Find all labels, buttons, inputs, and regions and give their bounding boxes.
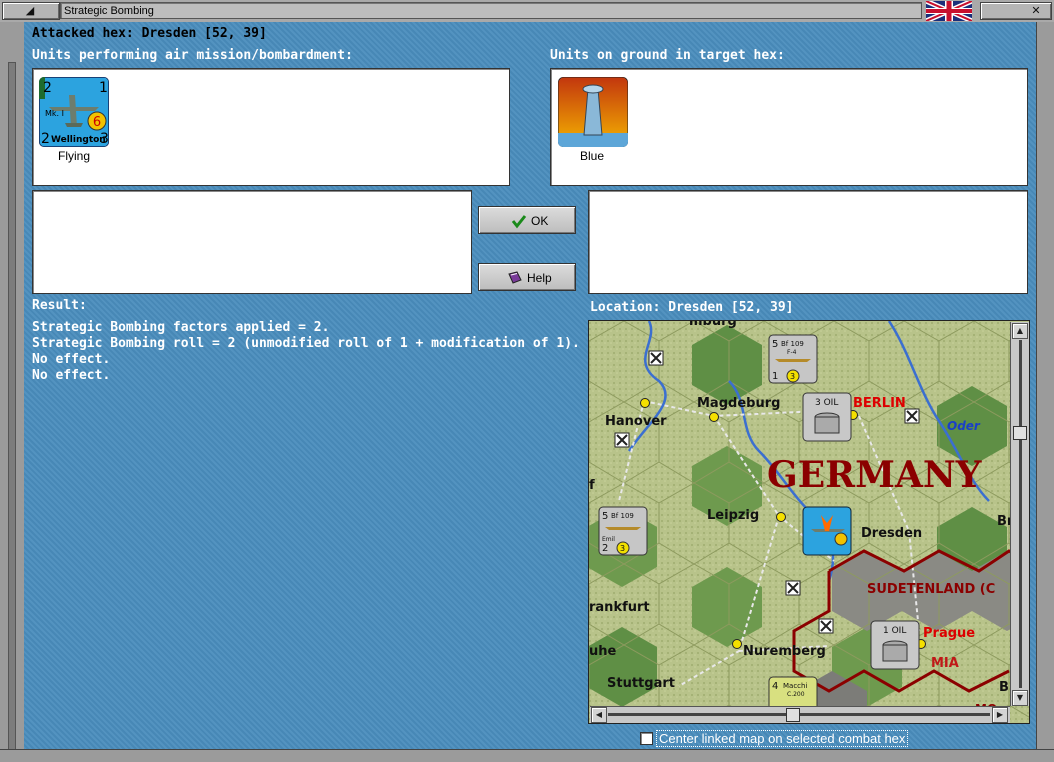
result-text: Strategic Bombing factors applied = 2. S…	[32, 320, 580, 384]
uk-flag-icon	[926, 1, 972, 21]
map-country-label: GERMANY	[767, 454, 983, 496]
river-oder: Oder	[947, 419, 981, 433]
map-region-label-2: MIA	[931, 656, 959, 671]
counter-defense: 1	[772, 371, 778, 382]
counter-type: Bf 109	[781, 340, 804, 348]
dialog-panel: Attacked hex: Dresden [52, 39] Units per…	[24, 22, 1036, 749]
oil-label: 1 OIL	[883, 626, 906, 636]
map-vertical-scrollbar[interactable]: ▲ ▼	[1010, 322, 1029, 706]
city-leipzig: Leipzig	[707, 508, 759, 523]
city-hanover: Hanover	[605, 414, 667, 429]
location-label: Location: Dresden [52, 39]	[590, 300, 794, 315]
city-uhe: uhe	[589, 644, 617, 659]
counter-badge: 6	[93, 115, 101, 130]
defender-details-box	[588, 190, 1028, 294]
frame-rail	[8, 62, 16, 762]
counter-type: Bf 109	[611, 512, 634, 520]
air-unit-item[interactable]: 6 2 1 Mk. I 2 Wellington 3 Flying	[33, 69, 133, 179]
checkmark-icon	[511, 215, 527, 229]
window-menu-button[interactable]: ◢	[2, 2, 60, 20]
city-f: f	[589, 478, 595, 493]
ok-label: OK	[531, 214, 549, 228]
linked-map[interactable]: GERMANY SUDETENLAND (C MIA mburg Magdebu…	[588, 320, 1030, 724]
wellington-counter: 6 2 1 Mk. I 2 Wellington 3	[39, 77, 109, 147]
city-berlin: BERLIN	[853, 396, 906, 411]
result-line: Strategic Bombing roll = 2 (unmodified r…	[32, 336, 580, 351]
counter-move: 3	[100, 131, 109, 147]
scroll-up-icon[interactable]: ▲	[1012, 323, 1028, 339]
counter-attack: 5	[772, 339, 778, 350]
counter-move: 3	[620, 544, 625, 553]
air-unit-caption: Flying	[57, 149, 90, 163]
city-dresden: Dresden	[861, 526, 922, 541]
counter-type: Macchi	[783, 682, 807, 690]
counter-attack: 4	[772, 681, 778, 692]
map-counter-wellington[interactable]	[802, 506, 852, 556]
city-stuttgart: Stuttgart	[607, 676, 675, 691]
counter-name: Wellington	[51, 135, 106, 145]
window-title: Strategic Bombing	[60, 2, 922, 19]
scroll-right-icon[interactable]: ▶	[992, 707, 1008, 723]
result-line: No effect.	[32, 352, 111, 367]
oil-marker-prague[interactable]: 1 OIL	[870, 620, 920, 670]
counter-sub: Emil	[602, 536, 615, 543]
help-label: Help	[527, 271, 552, 285]
window-frame-left	[0, 22, 25, 762]
window-menu-icon: ◢	[25, 4, 35, 17]
factory-icon	[558, 77, 628, 147]
map-horizontal-scrollbar[interactable]: ◀ ▶	[590, 706, 1010, 723]
scroll-track	[1019, 340, 1022, 688]
attacked-hex-label: Attacked hex: Dresden [52, 39]	[32, 26, 267, 41]
result-line: No effect.	[32, 368, 111, 383]
counter-sub: C.200	[787, 691, 805, 698]
city-magdeburg: Magdeburg	[697, 396, 780, 411]
scroll-down-icon[interactable]: ▼	[1012, 690, 1028, 706]
air-units-list: 6 2 1 Mk. I 2 Wellington 3 Flying	[32, 68, 510, 186]
help-button[interactable]: Help	[478, 263, 576, 291]
result-label: Result:	[32, 298, 87, 313]
ground-unit-item[interactable]: Blue	[551, 69, 651, 179]
ground-units-list: Blue	[550, 68, 1028, 186]
counter-attack: 2	[43, 80, 52, 96]
close-icon: ✕	[1031, 4, 1041, 17]
map-region-label: SUDETENLAND (C	[867, 582, 995, 597]
close-button[interactable]: ✕	[980, 2, 1052, 20]
ok-button[interactable]: OK	[478, 206, 576, 234]
attacker-details-box	[32, 190, 472, 294]
counter-move: 3	[790, 372, 795, 381]
hex-map: GERMANY SUDETENLAND (C MIA mburg Magdebu…	[589, 321, 1029, 723]
city-b: B	[999, 680, 1009, 695]
counter-defense: 2	[602, 543, 608, 554]
map-counter-bf109-f4[interactable]: 5 Bf 109 F-4 1 3	[768, 334, 818, 384]
ground-unit-caption: Blue	[579, 149, 605, 163]
scroll-left-icon[interactable]: ◀	[591, 707, 607, 723]
window-frame-bottom	[0, 749, 1054, 762]
result-line: Strategic Bombing factors applied = 2.	[32, 320, 330, 335]
city-hamburg: mburg	[689, 321, 737, 329]
air-units-label: Units performing air mission/bombardment…	[32, 48, 353, 63]
counter-defense: 1	[99, 80, 108, 96]
scroll-thumb[interactable]	[1013, 426, 1027, 440]
window-frame-right	[1036, 22, 1054, 761]
map-counter-bf109-emil[interactable]: 5 Bf 109 Emil 2 3	[598, 506, 648, 556]
city-prague: Prague	[923, 626, 975, 641]
center-map-checkbox[interactable]	[640, 732, 653, 745]
counter-attack: 5	[602, 511, 608, 522]
oil-marker-berlin[interactable]: 3 OIL	[802, 392, 852, 442]
oil-label: 3 OIL	[815, 398, 838, 408]
help-book-icon	[508, 271, 522, 284]
city-frankfurt: rankfurt	[589, 600, 650, 615]
counter-range: 2	[41, 131, 50, 147]
center-map-label[interactable]: Center linked map on selected combat hex	[656, 730, 909, 747]
scroll-thumb[interactable]	[786, 708, 800, 722]
title-bar: ◢ Strategic Bombing ✕	[0, 0, 1054, 23]
counter-sub: F-4	[787, 349, 797, 356]
ground-units-label: Units on ground in target hex:	[550, 48, 785, 63]
city-nuremberg: Nuremberg	[743, 644, 826, 659]
counter-type: Mk. I	[45, 109, 64, 118]
